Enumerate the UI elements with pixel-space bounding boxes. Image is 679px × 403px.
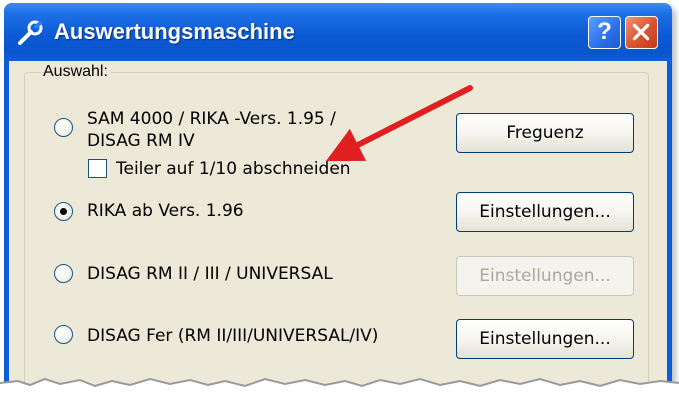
- disag-fer-settings-button[interactable]: Einstellungen...: [456, 319, 634, 359]
- help-icon: ?: [597, 18, 612, 45]
- disag-rm-settings-button[interactable]: Einstellungen...: [456, 256, 634, 296]
- option-rika-label: RIKA ab Vers. 1.96: [87, 201, 244, 221]
- radio-rika[interactable]: [54, 202, 73, 221]
- teiler-checkbox[interactable]: [88, 159, 107, 178]
- wrench-icon: [18, 20, 43, 45]
- radio-disag-fer[interactable]: [54, 325, 73, 344]
- option-sam4000-label-line2: DISAG RM IV: [87, 131, 195, 151]
- close-button[interactable]: [625, 16, 658, 49]
- teiler-checkbox-label: Teiler auf 1/10 abschneiden: [116, 159, 351, 179]
- option-disag-fer-label: DISAG Fer (RM II/III/UNIVERSAL/IV): [87, 326, 379, 346]
- frequenz-button[interactable]: Freguenz: [456, 113, 634, 153]
- radio-sam4000[interactable]: [54, 118, 73, 137]
- option-sam4000-label-line1: SAM 4000 / RIKA -Vers. 1.95 /: [87, 109, 336, 129]
- title-bar[interactable]: Auswertungsmaschine ?: [4, 3, 672, 61]
- window-title: Auswertungsmaschine: [54, 19, 295, 44]
- rika-settings-button[interactable]: Einstellungen...: [456, 192, 634, 232]
- help-button[interactable]: ?: [588, 16, 621, 49]
- close-icon: [632, 23, 650, 41]
- radio-disag-rm[interactable]: [54, 264, 73, 283]
- groupbox-legend: Auswahl:: [40, 63, 111, 81]
- option-disag-rm-label: DISAG RM II / III / UNIVERSAL: [87, 264, 333, 284]
- torn-edge: [0, 377, 679, 403]
